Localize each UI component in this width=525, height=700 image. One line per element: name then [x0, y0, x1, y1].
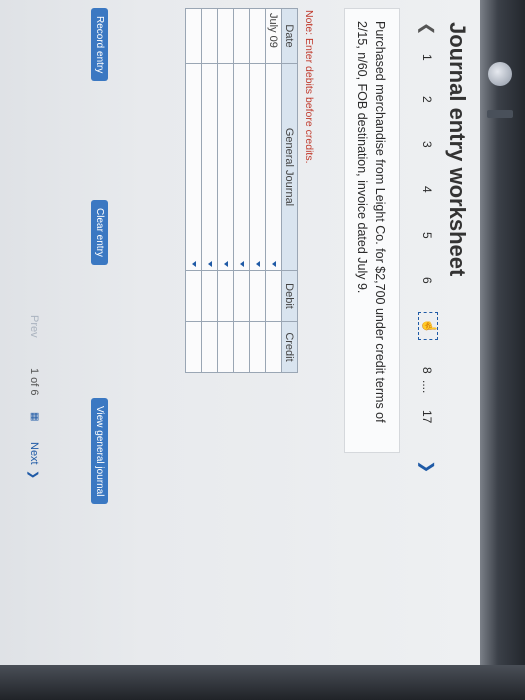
chevron-right-icon[interactable]: ❯: [27, 470, 40, 479]
current-step[interactable]: ☝: [418, 312, 438, 341]
step-1[interactable]: 1: [420, 54, 434, 61]
monitor-bezel-bottom: [0, 665, 525, 700]
debit-input[interactable]: [233, 270, 250, 322]
date-cell: [201, 8, 218, 64]
hand-cursor-icon: ☝: [422, 318, 437, 335]
date-cell: [249, 8, 266, 64]
chevron-left-icon[interactable]: ❮: [417, 22, 437, 35]
monitor-bezel: [480, 0, 525, 700]
table-row: [233, 8, 250, 373]
account-select[interactable]: [249, 63, 266, 271]
step-6[interactable]: 6: [420, 277, 434, 284]
date-cell: [217, 8, 234, 64]
screen: Journal entry worksheet ❮ 1 2 3 4 5 6 ☝ …: [0, 0, 480, 665]
taskbar-indicator: [487, 110, 513, 118]
table-row: [217, 8, 234, 373]
clear-entry-button[interactable]: Clear entry: [91, 200, 108, 265]
next-button[interactable]: Next: [28, 442, 40, 465]
view-general-journal-button[interactable]: View general journal: [91, 398, 108, 505]
debit-input[interactable]: [217, 270, 234, 322]
step-5[interactable]: 5: [420, 232, 434, 239]
page-position: 1 of 6: [28, 368, 40, 396]
debit-input[interactable]: [249, 270, 266, 322]
step-3[interactable]: 3: [420, 141, 434, 148]
prev-button[interactable]: Prev: [28, 315, 40, 338]
step-navigation: ❮ 1 2 3 4 5 6 ☝ 8 .... 17 ❯: [412, 0, 438, 665]
question-text: Purchased merchandise from Leight Co. fo…: [344, 8, 400, 453]
credit-input[interactable]: [201, 321, 218, 373]
grid-icon[interactable]: ▦: [29, 412, 40, 421]
step-2[interactable]: 2: [420, 96, 434, 103]
date-cell: [233, 8, 250, 64]
table-row: [249, 8, 266, 373]
credit-input[interactable]: [233, 321, 250, 373]
pager: Prev 1 of 6 ▦ Next ❯: [24, 0, 40, 665]
page-title: Journal entry worksheet: [445, 22, 470, 277]
step-8[interactable]: 8: [420, 367, 434, 374]
table-row: [185, 8, 202, 373]
credit-input[interactable]: [249, 321, 266, 373]
step-4[interactable]: 4: [420, 186, 434, 193]
chrome-icon[interactable]: [488, 62, 512, 86]
debit-input[interactable]: [201, 270, 218, 322]
step-17[interactable]: 17: [420, 410, 434, 423]
account-select[interactable]: [185, 63, 202, 271]
record-entry-button[interactable]: Record entry: [91, 8, 108, 82]
chevron-right-icon[interactable]: ❯: [417, 460, 437, 473]
credit-input[interactable]: [217, 321, 234, 373]
account-select[interactable]: [217, 63, 234, 271]
account-select[interactable]: [233, 63, 250, 271]
debit-input[interactable]: [185, 270, 202, 322]
credit-input[interactable]: [185, 321, 202, 373]
worksheet-page: Journal entry worksheet ❮ 1 2 3 4 5 6 ☝ …: [0, 0, 480, 665]
date-cell: [185, 8, 202, 64]
step-ellipsis: ....: [420, 380, 434, 394]
account-select[interactable]: [201, 63, 218, 271]
table-row: [201, 8, 218, 373]
note-text: Note: Enter debits before credits.: [303, 10, 315, 164]
action-buttons: Record entry Clear entry View general jo…: [91, 0, 298, 665]
